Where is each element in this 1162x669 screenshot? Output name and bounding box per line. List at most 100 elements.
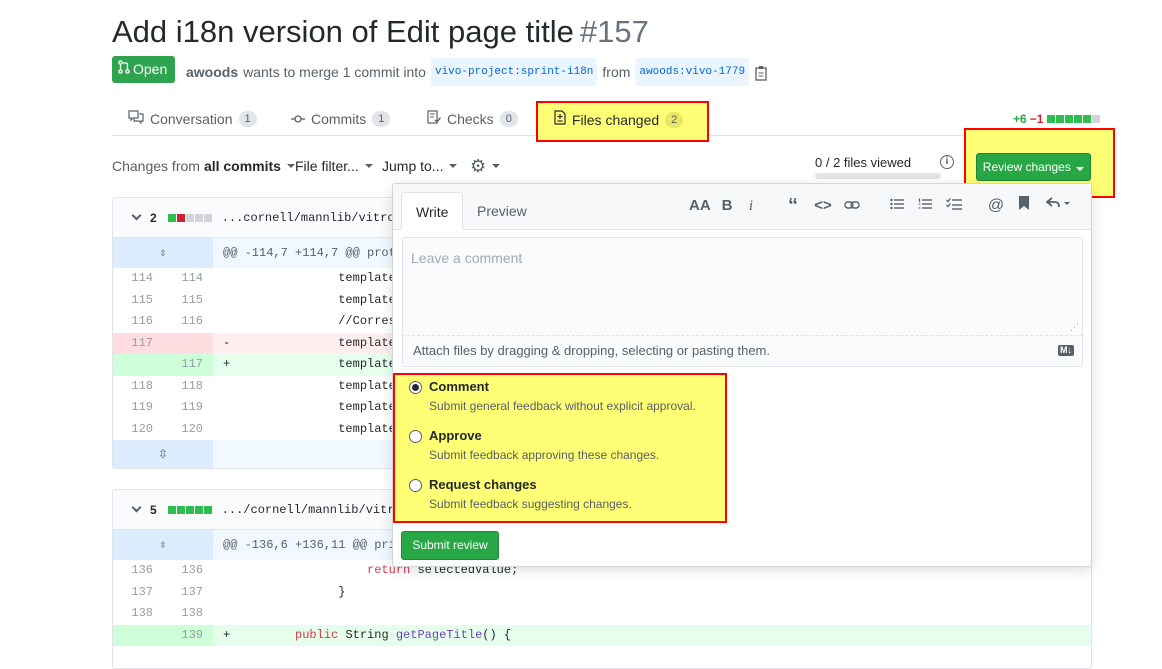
file-filter-dropdown[interactable]: File filter... (295, 155, 373, 177)
comment-placeholder: Leave a comment (411, 250, 523, 266)
tab-files-changed-count: 2 (665, 112, 684, 128)
new-line-number[interactable]: 136 (163, 560, 213, 582)
tab-commits-label: Commits (311, 111, 367, 127)
option-approve-label: Approve (429, 428, 482, 443)
quote-icon[interactable]: “ (783, 196, 803, 216)
bold-icon[interactable]: B (717, 196, 737, 216)
old-line-number[interactable]: 118 (113, 376, 163, 398)
review-changes-label: Review changes (982, 160, 1071, 174)
pull-request-icon (118, 56, 130, 83)
tab-files-changed[interactable]: Files changed 2 (554, 109, 684, 131)
attach-files-area[interactable]: Attach files by dragging & dropping, sel… (402, 335, 1083, 367)
task-list-icon[interactable] (944, 196, 964, 216)
old-line-number[interactable]: 115 (113, 290, 163, 312)
new-line-number[interactable] (163, 332, 213, 354)
new-line-number[interactable]: 119 (163, 397, 213, 419)
code-icon[interactable]: <> (813, 196, 833, 216)
old-line-number[interactable]: 136 (113, 560, 163, 582)
base-branch[interactable]: vivo-project:sprint-i18n (430, 58, 598, 86)
file-diffstat-bar (167, 503, 212, 517)
new-line-number[interactable]: 137 (163, 582, 213, 604)
file-change-count: 2 (150, 210, 157, 225)
code-token: getPageTitle (395, 627, 483, 642)
old-line-number[interactable]: 138 (113, 603, 163, 625)
old-line-number[interactable]: 114 (113, 268, 163, 290)
new-line-number[interactable]: 116 (163, 311, 213, 333)
caret-down-icon (449, 164, 458, 168)
radio-approve[interactable] (409, 430, 422, 443)
link-icon[interactable] (842, 196, 862, 216)
code-token: public (295, 627, 339, 642)
text-size-icon[interactable]: AA (689, 196, 711, 216)
option-request-changes-label: Request changes (429, 477, 537, 492)
option-request-changes-desc: Submit feedback suggesting changes. (429, 497, 632, 511)
italic-icon[interactable]: i (741, 196, 761, 216)
markdown-icon: M↓ (1058, 345, 1074, 356)
option-comment-desc: Submit general feedback without explicit… (429, 399, 696, 413)
tab-preview[interactable]: Preview (463, 192, 541, 230)
diff-line: 139 + public String getPageTitle() { (113, 624, 1091, 647)
new-line-number[interactable]: 120 (163, 419, 213, 441)
resize-grip-icon[interactable]: ⋰ (1070, 322, 1079, 333)
chevron-down-icon[interactable] (131, 210, 142, 221)
pr-number: #157 (579, 14, 649, 49)
tab-conversation[interactable]: Conversation 1 (128, 108, 257, 130)
old-line-number[interactable]: 117 (113, 332, 163, 354)
tab-conversation-label: Conversation (150, 111, 233, 127)
diff-line: 137 137 } (113, 582, 1091, 604)
diff-line: 138 138 (113, 603, 1091, 625)
reply-icon[interactable] (1044, 196, 1074, 216)
jump-to-dropdown[interactable]: Jump to... (382, 155, 458, 177)
expand-icon[interactable]: ⇳ (113, 440, 213, 468)
new-line-number[interactable]: 118 (163, 376, 213, 398)
comment-textarea[interactable]: Leave a comment ⋰ (402, 237, 1083, 335)
radio-request-changes[interactable] (409, 479, 422, 492)
file-diff-icon (554, 109, 566, 131)
option-comment-label: Comment (429, 379, 489, 394)
from-text: from (602, 64, 631, 80)
old-line-number[interactable]: 116 (113, 311, 163, 333)
new-line-number[interactable]: 114 (163, 268, 213, 290)
merge-text: wants to merge 1 commit into (243, 64, 426, 80)
pr-author-link[interactable]: awoods (186, 60, 238, 84)
changes-from-prefix: Changes from (112, 158, 200, 174)
diff-settings-dropdown[interactable]: ⚙ (470, 155, 501, 177)
new-line-number[interactable]: 139 (163, 624, 213, 646)
old-line-number[interactable]: 137 (113, 582, 163, 604)
expand-icon[interactable]: ⇳ (113, 530, 213, 560)
review-changes-button[interactable]: Review changes (976, 153, 1091, 181)
head-branch[interactable]: awoods:vivo-1779 (635, 58, 750, 86)
code-line: + public String getPageTitle() { (213, 625, 1091, 647)
submit-review-button[interactable]: Submit review (401, 531, 499, 560)
old-line-number[interactable] (113, 624, 163, 646)
caret-down-icon (492, 164, 501, 168)
caret-down-icon (286, 164, 295, 168)
new-line-number[interactable]: 115 (163, 290, 213, 312)
old-line-number[interactable]: 119 (113, 397, 163, 419)
tab-checks[interactable]: Checks 0 (427, 108, 518, 130)
files-viewed-progress (815, 173, 941, 179)
mention-icon[interactable]: @ (986, 196, 1006, 216)
bookmark-icon[interactable] (1014, 196, 1034, 216)
chevron-down-icon[interactable] (131, 502, 142, 513)
new-line-number[interactable]: 117 (163, 354, 213, 376)
file-diffstat-bar (167, 211, 212, 225)
tab-commits[interactable]: Commits 1 (291, 108, 391, 130)
new-line-number[interactable]: 138 (163, 603, 213, 625)
clipboard-icon[interactable] (754, 64, 768, 81)
old-line-number[interactable]: 120 (113, 419, 163, 441)
file-path[interactable]: ...cornell/mannlib/vitro (222, 211, 395, 225)
changes-from-dropdown[interactable]: Changes from all commits (112, 155, 295, 177)
tab-write[interactable]: Write (401, 192, 464, 230)
tab-commits-count: 1 (372, 111, 391, 127)
diffstat-additions: +6 (1013, 112, 1027, 126)
expand-icon[interactable]: ⇳ (113, 238, 213, 268)
caret-down-icon (1076, 167, 1085, 171)
old-line-number[interactable] (113, 354, 163, 376)
unordered-list-icon[interactable] (887, 196, 907, 216)
file-path[interactable]: .../cornell/mannlib/vitr (222, 503, 395, 517)
radio-comment[interactable] (409, 381, 422, 394)
info-icon[interactable]: i (940, 155, 954, 169)
ordered-list-icon[interactable] (915, 196, 935, 216)
